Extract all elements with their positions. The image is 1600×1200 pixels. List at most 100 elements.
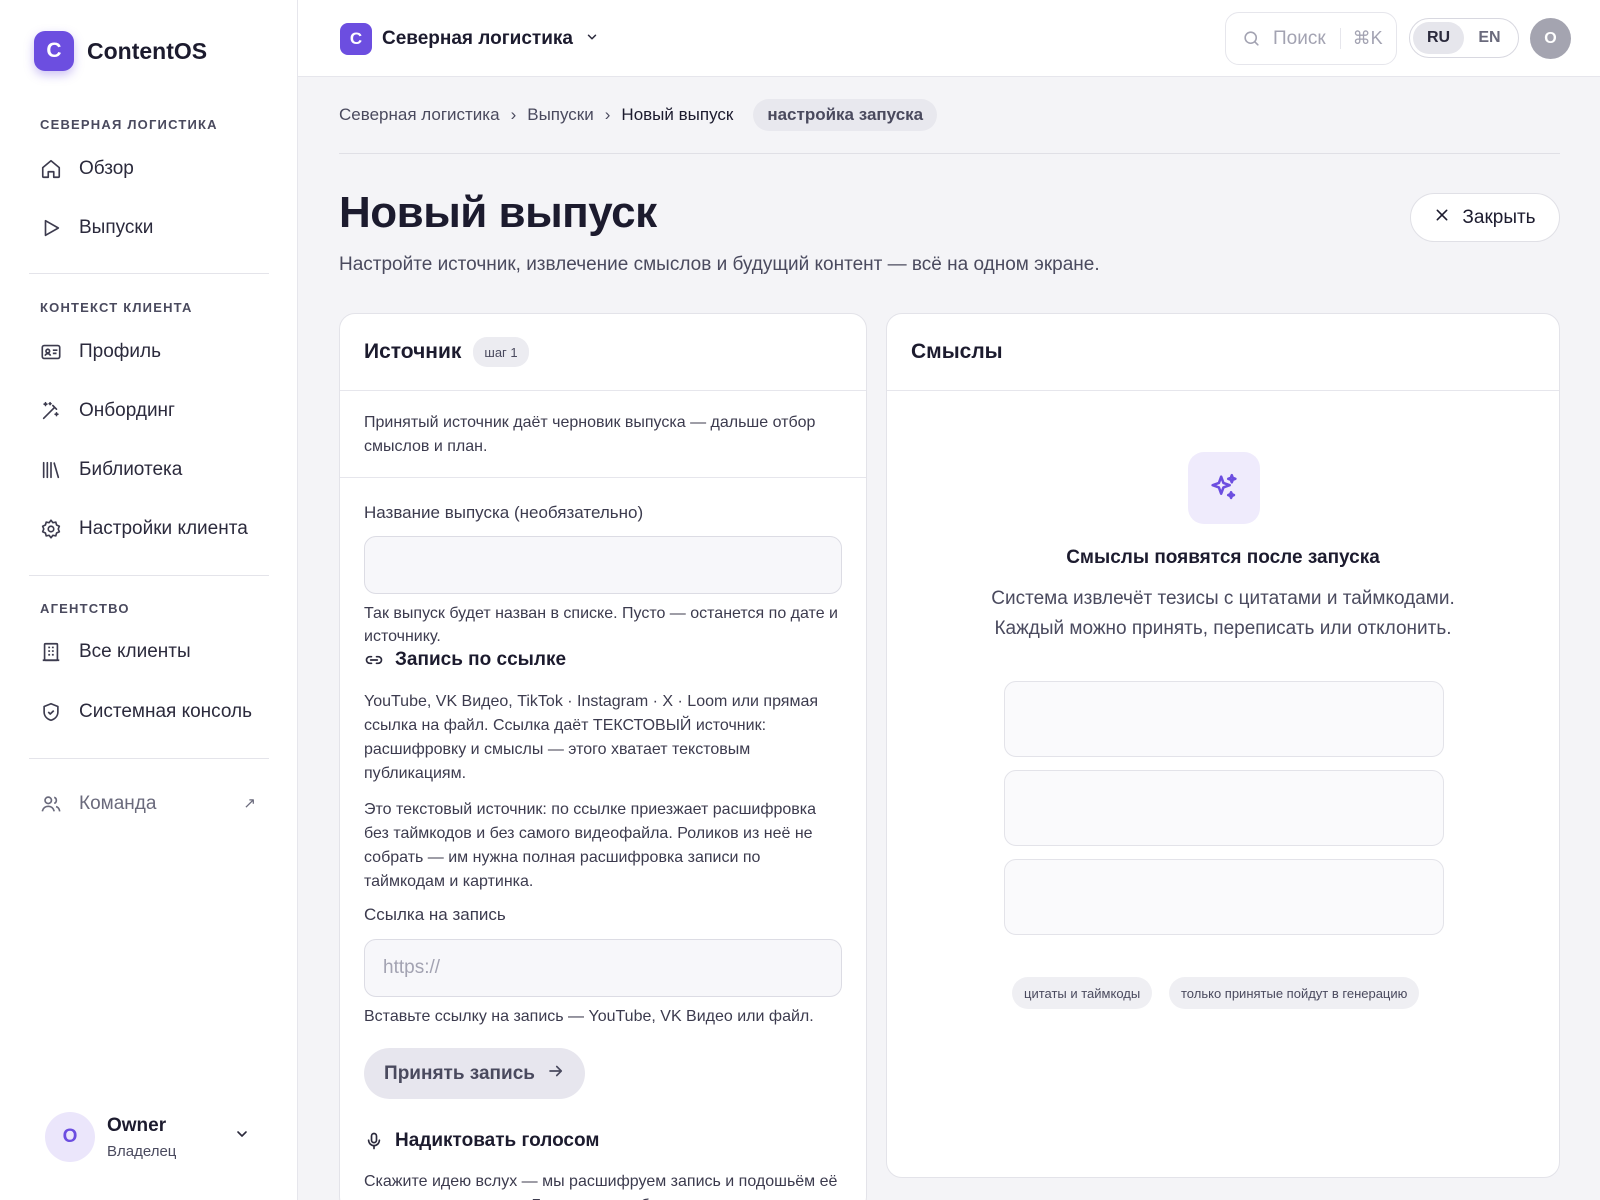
- lang-en[interactable]: EN: [1464, 22, 1515, 54]
- workspace-logo: C: [340, 23, 372, 55]
- voice-description: Скажите идею вслух — мы расшифруем запис…: [364, 1173, 838, 1200]
- meanings-card: Смыслы Смыслы появятся после запуска Сис…: [886, 313, 1560, 1178]
- link-description: YouTube, VK Видео, TikTok · Instagram · …: [364, 693, 819, 782]
- sidebar-section-title: АГЕНТСТВО: [40, 601, 130, 616]
- sidebar-section-title: КОНТЕКСТ КЛИЕНТА: [40, 300, 193, 315]
- link-section-label: Запись по ссылке: [395, 649, 567, 670]
- workspace-switcher[interactable]: C Северная логистика: [340, 23, 599, 55]
- search-button[interactable]: Поиск ⌘K: [1225, 12, 1397, 65]
- voice-section-title: Надиктовать голосом: [364, 1130, 599, 1152]
- gear-icon: [40, 518, 62, 540]
- building-icon: [40, 641, 62, 663]
- sidebar-item-onboarding[interactable]: Онбординг: [40, 391, 268, 431]
- sidebar-item-label: Системная консоль: [79, 701, 253, 722]
- accept-recording-button[interactable]: Принять запись: [364, 1048, 585, 1099]
- link-icon: [364, 650, 384, 670]
- sidebar-divider: [29, 575, 269, 576]
- skeleton-placeholder: [1004, 681, 1444, 757]
- card-title: Смыслы: [911, 340, 1003, 363]
- id-card-icon: [40, 341, 62, 363]
- search-icon: [1242, 29, 1261, 48]
- card-header: Источник шаг 1: [340, 314, 866, 391]
- brand-logo: C: [34, 31, 74, 71]
- shield-icon: [40, 701, 62, 723]
- sidebar-divider: [29, 758, 269, 759]
- skeleton-placeholder: [1004, 859, 1444, 935]
- card-intro: Принятый источник даёт черновик выпуска …: [340, 391, 866, 478]
- breadcrumb-current: Новый выпуск: [621, 105, 734, 124]
- play-icon: [40, 217, 62, 239]
- card-header: Смыслы: [887, 314, 1559, 391]
- page-title: Новый выпуск: [339, 188, 657, 237]
- empty-state-line: Каждый можно принять, переписать или отк…: [994, 618, 1452, 639]
- link-warning: Это текстовый источник: по ссылке приезж…: [364, 801, 817, 890]
- sidebar: C ContentOS СЕВЕРНАЯ ЛОГИСТИКА Обзор Вып…: [0, 0, 298, 1200]
- sidebar-item-library[interactable]: Библиотека: [40, 450, 268, 490]
- language-switcher: RU EN: [1409, 18, 1519, 58]
- status-badge: настройка запуска: [753, 99, 938, 131]
- close-button[interactable]: Закрыть: [1410, 193, 1560, 242]
- sidebar-item-label: Онбординг: [79, 400, 175, 421]
- sidebar-item-overview[interactable]: Обзор: [40, 149, 268, 189]
- field-hint: Так выпуск будет назван в списке. Пусто …: [364, 605, 838, 645]
- search-placeholder: Поиск: [1273, 27, 1326, 49]
- workspace-name: Северная логистика: [382, 28, 573, 49]
- user-menu[interactable]: O Owner Владелец: [45, 1112, 260, 1162]
- search-shortcut: ⌘K: [1339, 28, 1383, 49]
- empty-state-title: Смыслы появятся после запуска: [1066, 547, 1380, 568]
- magic-wand-icon: [40, 400, 62, 422]
- sidebar-divider: [29, 273, 269, 274]
- sidebar-item-team[interactable]: Команда ↗: [40, 784, 268, 824]
- brand-name: ContentOS: [87, 37, 208, 64]
- sidebar-item-profile[interactable]: Профиль: [40, 332, 268, 372]
- sidebar-item-label: Обзор: [79, 158, 134, 179]
- breadcrumb-separator-icon: ›: [510, 105, 517, 124]
- library-icon: [40, 459, 62, 481]
- breadcrumb-item[interactable]: Выпуски: [527, 105, 594, 125]
- sidebar-item-system-console[interactable]: Системная консоль: [40, 692, 268, 732]
- topbar: C Северная логистика Поиск ⌘K RU EN O: [298, 0, 1600, 77]
- users-icon: [40, 793, 62, 815]
- info-chip: цитаты и таймкоды: [1012, 977, 1153, 1009]
- field-label: Название выпуска (необязательно): [364, 503, 644, 522]
- sidebar-item-label: Команда: [79, 793, 157, 814]
- divider: [339, 153, 1560, 154]
- breadcrumb-separator-icon: ›: [604, 105, 611, 124]
- sidebar-item-label: Выпуски: [79, 217, 154, 238]
- chevron-down-icon: [585, 30, 599, 49]
- field-hint: Вставьте ссылку на запись — YouTube, VK …: [364, 1008, 814, 1025]
- avatar: O: [45, 1112, 95, 1162]
- user-role: Владелец: [107, 1142, 177, 1160]
- empty-state-description: Система извлечёт тезисы с цитатами и тай…: [887, 584, 1559, 644]
- voice-section-label: Надиктовать голосом: [395, 1130, 600, 1151]
- card-title: Источник: [364, 340, 462, 363]
- microphone-icon: [364, 1131, 384, 1151]
- close-label: Закрыть: [1462, 206, 1536, 228]
- sidebar-item-client-settings[interactable]: Настройки клиента: [40, 509, 268, 549]
- page-subtitle: Настройте источник, извлечение смыслов и…: [339, 254, 1100, 275]
- accept-label: Принять запись: [384, 1062, 535, 1084]
- release-name-field[interactable]: [364, 536, 842, 594]
- field-label: Ссылка на запись: [364, 905, 506, 924]
- sidebar-item-releases[interactable]: Выпуски: [40, 208, 268, 248]
- sidebar-item-all-clients[interactable]: Все клиенты: [40, 632, 268, 672]
- info-chip: только принятые пойдут в генерацию: [1169, 977, 1420, 1009]
- sidebar-item-label: Библиотека: [79, 459, 183, 480]
- url-input[interactable]: [365, 940, 841, 996]
- breadcrumb-item[interactable]: Северная логистика: [339, 105, 500, 125]
- arrow-right-icon: [547, 1062, 565, 1086]
- sidebar-section-title: СЕВЕРНАЯ ЛОГИСТИКА: [40, 117, 218, 132]
- release-name-input[interactable]: [365, 537, 841, 593]
- sparkles-icon: [1188, 452, 1260, 524]
- url-field[interactable]: [364, 939, 842, 997]
- close-icon: [1434, 207, 1450, 228]
- link-section-title: Запись по ссылке: [364, 649, 566, 671]
- avatar[interactable]: O: [1530, 18, 1571, 59]
- brand[interactable]: C ContentOS: [34, 31, 207, 71]
- home-icon: [40, 158, 62, 180]
- sidebar-item-label: Профиль: [79, 341, 162, 362]
- lang-ru[interactable]: RU: [1413, 22, 1464, 54]
- breadcrumb: Северная логистика › Выпуски › Новый вып…: [339, 99, 938, 131]
- skeleton-placeholder: [1004, 770, 1444, 846]
- step-badge: шаг 1: [473, 337, 529, 367]
